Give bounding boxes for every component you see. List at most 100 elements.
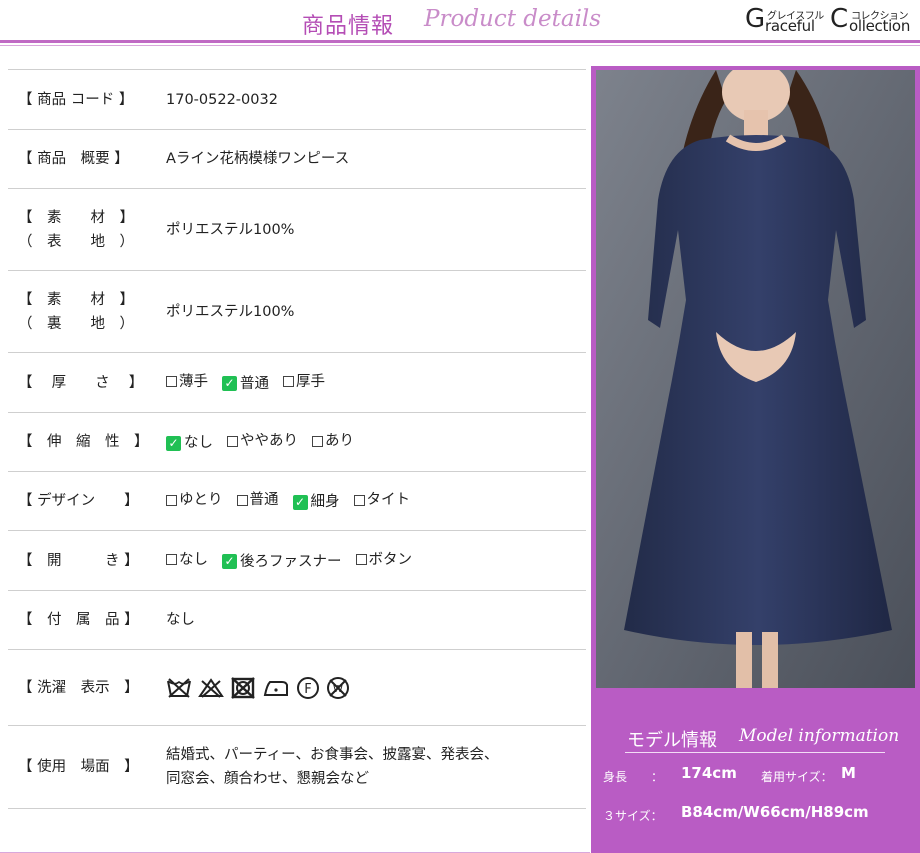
spec-value: 170-0522-0032 <box>166 91 278 108</box>
care-symbols: FW <box>166 676 586 700</box>
spec-option[interactable]: ✓ なし <box>166 431 213 455</box>
checkbox-empty-icon[interactable] <box>166 554 177 565</box>
option-label: 後ろファスナー <box>240 553 342 570</box>
svg-text:F: F <box>304 682 311 697</box>
checkbox-empty-icon[interactable] <box>355 554 367 565</box>
page-title-en: Product details <box>424 6 602 32</box>
spec-option[interactable]: ✓ 普通 <box>222 372 269 396</box>
checkbox-empty-icon[interactable] <box>312 435 323 447</box>
option-label: ゆとり <box>179 492 223 508</box>
spec-row: 【 洗濯 表示 】 F W <box>8 649 586 725</box>
spec-label: 【 素 材 】 （ 裏 地 ） <box>18 291 134 332</box>
spec-label: 【 使用 場面 】 <box>18 759 139 775</box>
spec-label: 【 伸 縮 性 】 <box>18 434 149 450</box>
spec-option[interactable]: ✓ 後ろファスナー <box>222 550 342 574</box>
option-label: 薄手 <box>179 373 208 390</box>
size-label: 着用サイズ： <box>761 770 833 784</box>
spec-option[interactable]: あり <box>312 429 354 453</box>
three-size-value: B84cm/W66cm/H89cm <box>681 803 869 821</box>
spec-option[interactable]: ✓ 細身 <box>292 490 340 514</box>
spec-option[interactable]: ゆとり <box>166 488 223 512</box>
spec-row: 【 付 属 品 】 なし <box>8 590 586 649</box>
option-label: ややあり <box>240 433 298 449</box>
no-tumble-dry-icon <box>230 676 256 699</box>
spec-row: 【 商品 概要 】 Aライン花柄模様ワンピース <box>8 129 586 188</box>
spec-value: Aライン花柄模様ワンピース <box>166 151 350 167</box>
spec-option[interactable]: ややあり <box>227 429 298 453</box>
option-label: ボタン <box>368 551 413 568</box>
spec-option[interactable]: ボタン <box>355 548 413 572</box>
spec-label: 【 デザイン 】 <box>18 493 139 509</box>
height-value: 174cm <box>681 764 737 782</box>
logo-g: G <box>745 4 766 34</box>
spec-options: なし ✓ 後ろファスナー ボタン <box>166 548 586 574</box>
logo-c: C <box>830 4 849 34</box>
spec-options: ゆとり 普通 ✓ 細身 タイト <box>166 488 586 514</box>
no-bleach-icon <box>198 677 224 699</box>
three-size-label: ３サイズ： <box>603 809 663 823</box>
spec-row: 【 厚 さ 】 薄手 ✓ 普通 厚手 <box>8 352 586 412</box>
checkbox-empty-icon[interactable] <box>166 494 177 506</box>
header: 商品情報 Product details G グレイスフル raceful C … <box>0 0 920 42</box>
iron-low-icon <box>262 677 290 699</box>
spec-option[interactable]: タイト <box>353 488 411 512</box>
checkbox-empty-icon[interactable] <box>166 376 177 387</box>
option-label: 普通 <box>240 375 269 392</box>
spec-label: 【 商品 概要 】 <box>18 151 129 167</box>
checkbox-checked-icon[interactable]: ✓ <box>222 376 237 391</box>
spec-table: 【 商品 コード 】 170-0522-0032 【 商品 概要 】 Aライン花柄模様… <box>8 69 586 809</box>
logo-g-rest: raceful <box>765 17 815 35</box>
spec-label: 【 素 材 】 （ 表 地 ） <box>18 209 134 250</box>
option-label: 厚手 <box>296 373 325 390</box>
height-label: 身長 ： <box>603 770 664 784</box>
spec-value: なし <box>166 612 195 628</box>
spec-row: 【 素 材 】 （ 裏 地 ） ポリエステル100% <box>8 270 586 352</box>
brand-logo: G グレイスフル raceful C コレクション ollection <box>745 4 920 35</box>
model-divider <box>625 752 885 753</box>
spec-label: 【 開 き 】 <box>18 552 139 569</box>
page-title: 商品情報 <box>302 14 395 39</box>
checkbox-checked-icon[interactable]: ✓ <box>222 554 237 569</box>
spec-option[interactable]: 厚手 <box>283 370 325 394</box>
spec-value: ポリエステル100% <box>166 221 295 238</box>
no-wash-icon <box>166 677 192 699</box>
logo-c-rest: ollection <box>849 17 911 35</box>
checkbox-empty-icon[interactable] <box>353 494 365 506</box>
spec-label: 【 洗濯 表示 】 <box>18 679 139 696</box>
spec-label: 【 付 属 品 】 <box>18 612 139 628</box>
model-title: モデル情報 <box>627 730 717 751</box>
spec-option[interactable]: 普通 <box>236 488 279 512</box>
option-label: なし <box>179 551 208 568</box>
spec-row: 【 商品 コード 】 170-0522-0032 <box>8 69 586 129</box>
care-icons: FW <box>166 676 586 700</box>
dry-clean-f-icon: F <box>296 676 320 700</box>
spec-option[interactable]: なし <box>166 548 208 572</box>
model-panel: モデル情報 Model information 身長 ： 174cm 着用サイズ… <box>591 66 920 853</box>
checkbox-empty-icon[interactable] <box>227 435 238 447</box>
model-photo-illustration <box>596 70 915 688</box>
spec-value: ポリエステル100% <box>166 303 295 320</box>
option-label: 普通 <box>249 492 279 508</box>
checkbox-empty-icon[interactable] <box>236 494 248 506</box>
model-photo <box>596 70 915 688</box>
spec-row: 【 素 材 】 （ 表 地 ） ポリエステル100% <box>8 188 586 270</box>
spec-options: 薄手 ✓ 普通 厚手 <box>166 370 586 396</box>
header-divider <box>0 40 920 43</box>
checkbox-empty-icon[interactable] <box>283 376 294 387</box>
checkbox-checked-icon[interactable]: ✓ <box>166 435 181 451</box>
spec-label: 【 商品 コード 】 <box>18 91 134 108</box>
no-wet-clean-icon: W <box>326 676 350 700</box>
header-divider-thin <box>0 45 920 46</box>
option-label: なし <box>184 435 213 451</box>
checkbox-checked-icon[interactable]: ✓ <box>292 494 308 510</box>
option-label: あり <box>325 433 354 449</box>
spec-option[interactable]: 薄手 <box>166 370 208 394</box>
option-label: タイト <box>366 492 411 508</box>
size-value: M <box>841 764 856 782</box>
spec-row: 【 使用 場面 】 結婚式、パーティー、お食事会、披露宴、発表会、 同窓会、顔合わ… <box>8 725 586 809</box>
spec-row: 【 デザイン 】 ゆとり 普通 ✓ 細身 タイト <box>8 471 586 530</box>
spec-options: ✓ なし ややあり あり <box>166 429 586 455</box>
option-label: 細身 <box>310 494 340 510</box>
spec-row: 【 開 き 】 なし ✓ 後ろファスナー ボタン <box>8 530 586 590</box>
model-title-en: Model information <box>739 726 900 746</box>
